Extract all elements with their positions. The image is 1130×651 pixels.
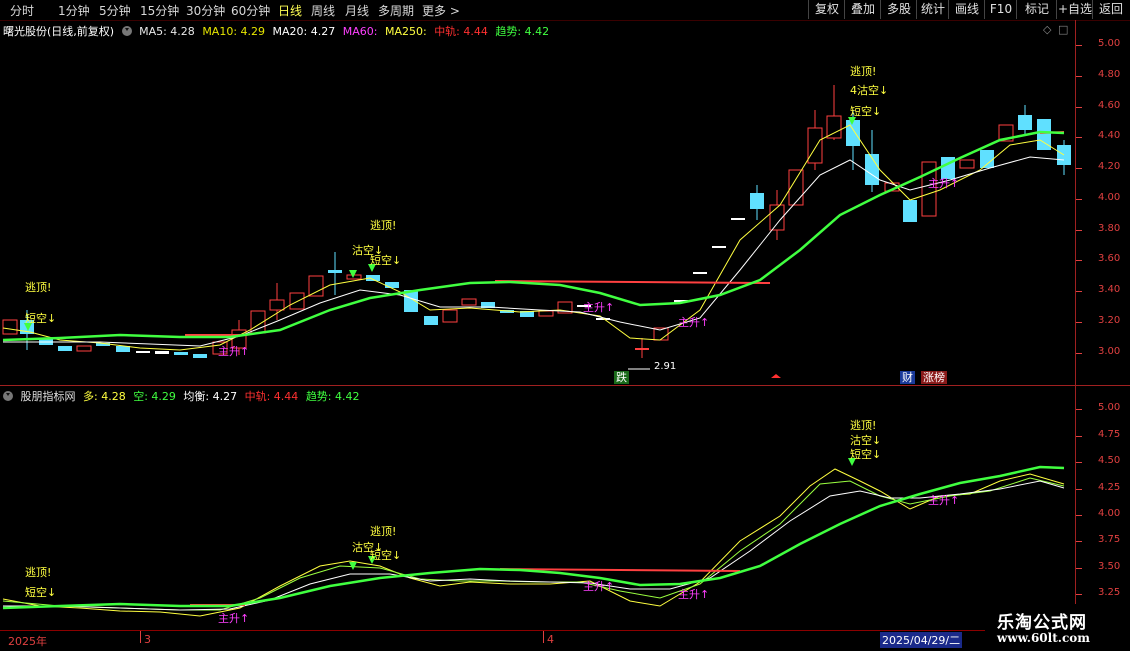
year-label: 2025年 <box>8 635 47 648</box>
watermark-title: 乐淘公式网 <box>997 613 1087 633</box>
stats-button[interactable]: 统计 <box>916 0 949 19</box>
y-tick: 5.00 <box>1098 402 1121 413</box>
sub-chart-svg <box>2 458 1065 617</box>
period-toolbar: 分时 1分钟 5分钟 15分钟 30分钟 60分钟 日线 周线 月线 多周期 更… <box>0 0 1130 21</box>
y-tick: 4.50 <box>1098 455 1121 466</box>
low-price-label: 2.91 <box>654 361 677 372</box>
y-tick: 3.60 <box>1098 253 1121 264</box>
y-tick: 4.75 <box>1098 429 1121 440</box>
period-tab-weekly[interactable]: 周线 <box>311 2 335 19</box>
y-tick: 3.50 <box>1098 561 1121 572</box>
y-tick: 4.20 <box>1098 161 1121 172</box>
sub-indicator-panel[interactable]: 股朋指标网 多: 4.28 空: 4.29 均衡: 4.27 中轨: 4.44 … <box>0 386 1130 630</box>
y-tick: 4.60 <box>1098 100 1121 111</box>
signal-zhusheng-3: 主升↑ <box>678 316 710 329</box>
period-tab-15min[interactable]: 15分钟 <box>140 2 179 19</box>
sub-signal-taoding-2: 逃顶! <box>370 525 397 538</box>
y-tick: 4.00 <box>1098 508 1121 519</box>
draw-line-button[interactable]: 画线 <box>948 0 985 19</box>
y-tick: 3.20 <box>1098 315 1121 326</box>
main-y-axis: 5.00 4.80 4.60 4.40 4.20 4.00 3.80 3.60 … <box>1075 20 1130 385</box>
sub-signal-duankong-2: 短空↓ <box>370 549 402 562</box>
month-4-label: 4 <box>547 633 554 646</box>
add-watchlist-button[interactable]: +自选 <box>1056 0 1093 19</box>
signal-gukong-2: 4沽空↓ <box>850 84 889 97</box>
signal-zhusheng-4: 主升↑ <box>928 177 960 190</box>
cursor-date-label: 2025/04/29/二 <box>880 632 963 648</box>
zhangbang-tag[interactable]: 涨榜 <box>921 371 947 384</box>
y-tick: 3.75 <box>1098 534 1121 545</box>
period-tab-30min[interactable]: 30分钟 <box>186 2 225 19</box>
period-tab-more[interactable]: 更多 > <box>422 2 460 19</box>
sub-signal-zhusheng-4: 主升↑ <box>928 494 960 507</box>
period-tab-multi[interactable]: 多周期 <box>378 2 414 19</box>
period-tab-daily[interactable]: 日线 <box>278 2 302 19</box>
y-tick: 5.00 <box>1098 38 1121 49</box>
time-axis: 2025年 3 4 2025/04/29/二 <box>0 630 1130 651</box>
cai-tag[interactable]: 财 <box>900 371 915 384</box>
sub-signal-taoding-3: 逃顶! <box>850 419 877 432</box>
y-tick: 3.00 <box>1098 346 1121 357</box>
month-3-label: 3 <box>144 633 151 646</box>
signal-zhusheng-2: 主升↑ <box>583 301 615 314</box>
die-tag[interactable]: 跌 <box>614 371 629 384</box>
y-tick: 4.40 <box>1098 130 1121 141</box>
main-chart-svg <box>2 85 1071 378</box>
signal-duankong-1: 短空↓ <box>25 312 57 325</box>
signal-taoding-1: 逃顶! <box>25 281 52 294</box>
sub-signal-zhusheng-1: 主升↑ <box>218 612 250 625</box>
sub-signal-taoding-1: 逃顶! <box>25 566 52 579</box>
signal-taoding-3: 逃顶! <box>850 65 877 78</box>
candles <box>2 85 1071 358</box>
sub-signal-zhusheng-3: 主升↑ <box>678 588 710 601</box>
multi-stock-button[interactable]: 多股 <box>880 0 917 19</box>
main-chart-panel[interactable]: 曙光股份(日线,前复权) MA5: 4.28 MA10: 4.29 MA20: … <box>0 20 1130 385</box>
fuquan-button[interactable]: 复权 <box>808 0 845 19</box>
period-tab-1min[interactable]: 1分钟 <box>58 2 90 19</box>
f10-button[interactable]: F10 <box>984 0 1017 19</box>
signal-duankong-2: 短空↓ <box>370 254 402 267</box>
sub-signal-duankong-3: 短空↓ <box>850 448 882 461</box>
signal-taoding-2: 逃顶! <box>370 219 397 232</box>
period-tab-60min[interactable]: 60分钟 <box>231 2 270 19</box>
sub-signal-duankong-1: 短空↓ <box>25 586 57 599</box>
mark-button[interactable]: 标记 <box>1016 0 1057 19</box>
watermark-url: www.60lt.com <box>997 631 1090 645</box>
y-tick: 4.00 <box>1098 192 1121 203</box>
y-tick: 3.80 <box>1098 223 1121 234</box>
signal-zhusheng-1: 主升↑ <box>218 345 250 358</box>
period-tab-fenshi[interactable]: 分时 <box>10 2 34 19</box>
y-tick: 3.40 <box>1098 284 1121 295</box>
period-tab-monthly[interactable]: 月线 <box>345 2 369 19</box>
sub-signal-zhusheng-2: 主升↑ <box>583 580 615 593</box>
watermark-logo: 乐淘公式网 www.60lt.com <box>985 604 1130 650</box>
overlay-button[interactable]: 叠加 <box>844 0 881 19</box>
y-tick: 3.25 <box>1098 587 1121 598</box>
sub-y-axis: 5.00 4.75 4.50 4.25 4.00 3.75 3.50 3.25 <box>1075 386 1130 630</box>
back-button[interactable]: 返回 <box>1092 0 1129 19</box>
y-tick: 4.25 <box>1098 482 1121 493</box>
period-tab-5min[interactable]: 5分钟 <box>99 2 131 19</box>
y-tick: 4.80 <box>1098 69 1121 80</box>
signal-duankong-3: 短空↓ <box>850 105 882 118</box>
